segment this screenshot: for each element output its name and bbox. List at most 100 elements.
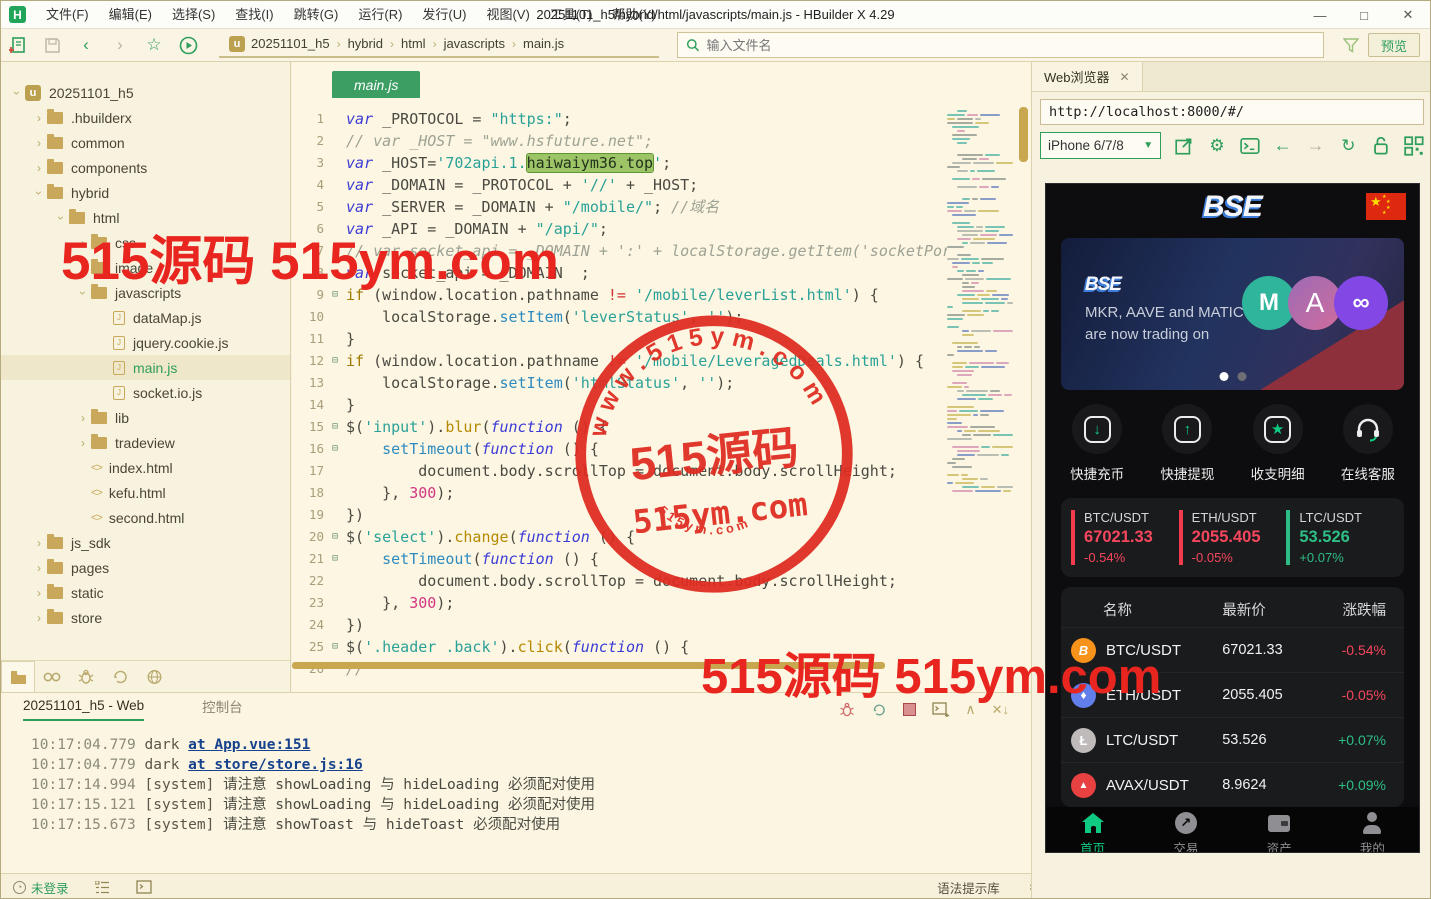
- menu-运行[interactable]: 运行(R): [348, 1, 412, 29]
- menu-编辑[interactable]: 编辑(E): [99, 1, 162, 29]
- nav-交易[interactable]: ↗ 交易: [1139, 811, 1232, 852]
- code-line-2[interactable]: 2 // var _HOST = "www.hsfuture.net";: [292, 130, 947, 152]
- chevron-icon[interactable]: ›: [75, 436, 91, 450]
- url-bar[interactable]: http://localhost:8000/#/: [1040, 99, 1424, 125]
- menu-选择[interactable]: 选择(S): [162, 1, 225, 29]
- breadcrumb-item[interactable]: javascripts: [444, 36, 505, 51]
- chevron-icon[interactable]: ›: [75, 411, 91, 425]
- favorite-star-icon[interactable]: ☆: [137, 33, 171, 57]
- console-terminal-icon[interactable]: [1240, 136, 1260, 156]
- fold-marker-icon[interactable]: ⊟: [328, 416, 342, 438]
- settings-gear-icon[interactable]: ⚙: [1207, 136, 1227, 156]
- tab-main-js[interactable]: main.js: [332, 71, 421, 98]
- navigate-forward-icon[interactable]: ›: [103, 33, 137, 57]
- console-source-link[interactable]: at store/store.js:16: [188, 757, 363, 773]
- preview-button[interactable]: 预览: [1367, 33, 1420, 57]
- carousel-dot[interactable]: [1237, 372, 1246, 381]
- chevron-icon[interactable]: ›: [31, 561, 47, 575]
- tree-item-socket.io.js[interactable]: Jsocket.io.js: [1, 380, 290, 405]
- file-search-box[interactable]: [677, 32, 1324, 58]
- explorer-tab-icon[interactable]: [1, 661, 35, 692]
- new-file-icon[interactable]: [1, 33, 35, 57]
- tree-item-main.js[interactable]: Jmain.js: [1, 355, 290, 380]
- tree-item-index.html[interactable]: <> index.html: [1, 455, 290, 480]
- tree-item-hybrid[interactable]: › hybrid: [1, 180, 290, 205]
- tree-item-common[interactable]: › common: [1, 130, 290, 155]
- device-selector[interactable]: iPhone 6/7/8 ▼: [1040, 132, 1162, 159]
- search-results-tab-icon[interactable]: [35, 661, 69, 692]
- run-icon[interactable]: [171, 33, 205, 57]
- chevron-icon[interactable]: ›: [31, 186, 47, 200]
- back-arrow-icon[interactable]: ←: [1273, 135, 1293, 156]
- tree-item-tradeview[interactable]: › tradeview: [1, 430, 290, 455]
- tree-item-pages[interactable]: › pages: [1, 555, 290, 580]
- navigate-back-icon[interactable]: ‹: [69, 33, 103, 57]
- quick-action-快捷提现[interactable]: ↑ 快捷提现: [1147, 404, 1227, 483]
- breadcrumb-item[interactable]: hybrid: [348, 36, 383, 51]
- refresh-icon[interactable]: ↻: [1338, 136, 1358, 156]
- carousel-dot-active[interactable]: [1219, 372, 1228, 381]
- promo-banner[interactable]: BSE MKR, AAVE and MATIC are now trading …: [1061, 238, 1404, 390]
- console-output[interactable]: 10:17:04.779 dark at App.vue:151 10:17:04…: [1, 725, 1031, 835]
- login-status[interactable]: ◔ 未登录: [13, 878, 69, 897]
- lock-icon[interactable]: [1371, 136, 1391, 156]
- chevron-icon[interactable]: ›: [31, 536, 47, 550]
- terminal-status-icon[interactable]: [135, 880, 152, 894]
- quick-action-快捷充币[interactable]: ↓ 快捷充币: [1057, 404, 1137, 483]
- tree-item-dataMap.js[interactable]: JdataMap.js: [1, 305, 290, 330]
- nav-我的[interactable]: 我的: [1326, 811, 1419, 852]
- code-line-24[interactable]: 24}): [292, 614, 947, 636]
- nav-资产[interactable]: 资产: [1233, 811, 1326, 852]
- tree-item-components[interactable]: › components: [1, 155, 290, 180]
- quick-action-在线客服[interactable]: 在线客服: [1328, 404, 1408, 483]
- console-source-link[interactable]: at App.vue:151: [188, 737, 310, 753]
- tree-item-.hbuilderx[interactable]: › .hbuilderx: [1, 105, 290, 130]
- ticker-ETH/USDT[interactable]: ETH/USDT 2055.405 -0.05%: [1178, 510, 1281, 565]
- fold-marker-icon[interactable]: ⊟: [328, 548, 342, 570]
- tree-item-jquery.cookie.js[interactable]: Jjquery.cookie.js: [1, 330, 290, 355]
- carousel-dots[interactable]: [1219, 372, 1246, 381]
- qr-code-icon[interactable]: [1404, 135, 1424, 156]
- breadcrumb-item[interactable]: html: [401, 36, 426, 51]
- fold-marker-icon[interactable]: ⊟: [328, 526, 342, 548]
- tab-web-browser[interactable]: Web浏览器 ✕: [1032, 62, 1143, 91]
- chevron-icon[interactable]: ›: [31, 136, 47, 150]
- menu-跳转[interactable]: 跳转(G): [284, 1, 349, 29]
- breadcrumb-item[interactable]: main.js: [523, 36, 564, 51]
- maximize-button[interactable]: □: [1342, 1, 1386, 29]
- minimize-button[interactable]: —: [1298, 1, 1342, 29]
- tree-item-kefu.html[interactable]: <> kefu.html: [1, 480, 290, 505]
- file-search-input[interactable]: [706, 37, 1315, 53]
- menu-文件[interactable]: 文件(F): [36, 1, 99, 29]
- chevron-icon[interactable]: ›: [31, 611, 47, 625]
- code-line-3[interactable]: 3 var _HOST='702api.1.haiwaiym36.top';: [292, 152, 947, 174]
- breadcrumb-item[interactable]: 20251101_h5: [251, 36, 330, 51]
- nav-首页[interactable]: 首页: [1046, 811, 1139, 852]
- market-row-LTC/USDT[interactable]: Ł LTC/USDT 53.526 +0.07%: [1061, 717, 1404, 762]
- open-external-icon[interactable]: [1174, 136, 1194, 156]
- ticker-BTC/USDT[interactable]: BTC/USDT 67021.33 -0.54%: [1071, 510, 1173, 565]
- filter-icon[interactable]: [1334, 33, 1368, 57]
- chevron-icon[interactable]: ›: [31, 111, 47, 125]
- market-row-AVAX/USDT[interactable]: ▲ AVAX/USDT 8.9624 +0.09%: [1061, 762, 1404, 807]
- chevron-icon[interactable]: ›: [9, 86, 25, 100]
- menu-视图[interactable]: 视图(V): [476, 1, 539, 29]
- tree-item-static[interactable]: › static: [1, 580, 290, 605]
- fold-marker-icon[interactable]: ⊟: [328, 438, 342, 460]
- minimap[interactable]: [947, 110, 1014, 494]
- fold-marker-icon[interactable]: ⊟: [328, 636, 342, 658]
- close-tab-icon[interactable]: ✕: [1120, 70, 1130, 84]
- ticker-LTC/USDT[interactable]: LTC/USDT 53.526 +0.07%: [1286, 510, 1388, 565]
- syntax-lib-status[interactable]: 语法提示库: [937, 878, 1000, 897]
- outline-list-icon[interactable]: [94, 880, 110, 894]
- web-tab-icon[interactable]: [137, 661, 171, 692]
- chevron-icon[interactable]: ›: [31, 586, 47, 600]
- sync-tab-icon[interactable]: [103, 661, 137, 692]
- save-icon[interactable]: [35, 33, 69, 57]
- menu-发行[interactable]: 发行(U): [412, 1, 476, 29]
- chevron-icon[interactable]: ›: [31, 161, 47, 175]
- tree-item-second.html[interactable]: <> second.html: [1, 505, 290, 530]
- close-button[interactable]: ✕: [1386, 1, 1430, 29]
- editor-vertical-scrollbar[interactable]: [1019, 107, 1028, 162]
- forward-arrow-icon[interactable]: →: [1306, 135, 1326, 156]
